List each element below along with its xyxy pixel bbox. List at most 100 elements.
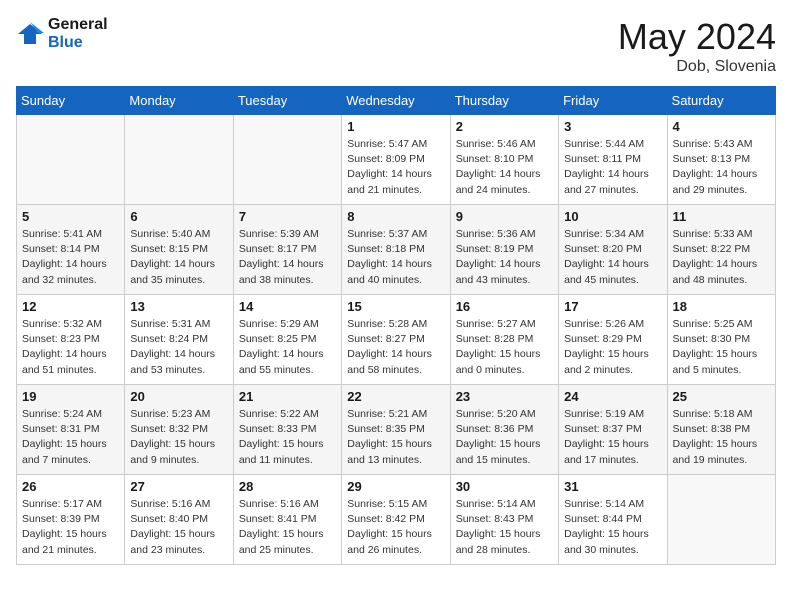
calendar-cell: 23 Sunrise: 5:20 AM Sunset: 8:36 PM Dayli…	[450, 385, 558, 475]
day-number: 23	[456, 389, 553, 404]
day-info: Sunrise: 5:46 AM Sunset: 8:10 PM Dayligh…	[456, 137, 553, 198]
calendar-cell	[125, 115, 233, 205]
day-info: Sunrise: 5:19 AM Sunset: 8:37 PM Dayligh…	[564, 407, 661, 468]
calendar-cell: 26Sunrise: 5:17 AM Sunset: 8:39 PM Dayli…	[17, 475, 125, 565]
day-info: Sunrise: 5:43 AM Sunset: 8:13 PM Dayligh…	[673, 137, 770, 198]
day-number: 1	[347, 119, 444, 134]
calendar-cell: 10Sunrise: 5:34 AM Sunset: 8:20 PM Dayli…	[559, 205, 667, 295]
day-number: 28	[239, 479, 336, 494]
day-number: 18	[673, 299, 770, 314]
calendar-cell: 29 Sunrise: 5:15 AM Sunset: 8:42 PM Dayli…	[342, 475, 450, 565]
day-info: Sunrise: 5:14 AM Sunset: 8:43 PM Dayligh…	[456, 497, 553, 558]
location-label: Dob, Slovenia	[618, 58, 776, 76]
day-number: 10	[564, 209, 661, 224]
day-info: Sunrise: 5:18 AM Sunset: 8:38 PM Dayligh…	[673, 407, 770, 468]
day-number: 29	[347, 479, 444, 494]
title-block: May 2024 Dob, Slovenia	[618, 16, 776, 76]
calendar-cell: 27Sunrise: 5:16 AM Sunset: 8:40 PM Dayli…	[125, 475, 233, 565]
day-info: Sunrise: 5:33 AM Sunset: 8:22 PM Dayligh…	[673, 227, 770, 288]
logo: General Blue	[16, 16, 108, 51]
calendar-cell: 31 Sunrise: 5:14 AM Sunset: 8:44 PM Dayli…	[559, 475, 667, 565]
day-info: Sunrise: 5:44 AM Sunset: 8:11 PM Dayligh…	[564, 137, 661, 198]
calendar-cell: 2 Sunrise: 5:46 AM Sunset: 8:10 PM Daylig…	[450, 115, 558, 205]
day-number: 12	[22, 299, 119, 314]
day-number: 19	[22, 389, 119, 404]
logo-icon	[16, 20, 44, 48]
calendar-cell: 13 Sunrise: 5:31 AM Sunset: 8:24 PM Dayli…	[125, 295, 233, 385]
day-info: Sunrise: 5:39 AM Sunset: 8:17 PM Dayligh…	[239, 227, 336, 288]
weekday-header-row: SundayMondayTuesdayWednesdayThursdayFrid…	[17, 87, 776, 115]
day-info: Sunrise: 5:37 AM Sunset: 8:18 PM Dayligh…	[347, 227, 444, 288]
calendar-week-row: 19 Sunrise: 5:24 AM Sunset: 8:31 PM Dayli…	[17, 385, 776, 475]
day-info: Sunrise: 5:47 AM Sunset: 8:09 PM Dayligh…	[347, 137, 444, 198]
day-info: Sunrise: 5:36 AM Sunset: 8:19 PM Dayligh…	[456, 227, 553, 288]
calendar-cell: 4 Sunrise: 5:43 AM Sunset: 8:13 PM Daylig…	[667, 115, 775, 205]
day-number: 30	[456, 479, 553, 494]
day-number: 21	[239, 389, 336, 404]
calendar-cell: 30 Sunrise: 5:14 AM Sunset: 8:43 PM Dayli…	[450, 475, 558, 565]
month-title: May 2024	[618, 16, 776, 58]
weekday-header-wednesday: Wednesday	[342, 87, 450, 115]
day-info: Sunrise: 5:41 AM Sunset: 8:14 PM Dayligh…	[22, 227, 119, 288]
calendar-cell: 11Sunrise: 5:33 AM Sunset: 8:22 PM Dayli…	[667, 205, 775, 295]
day-info: Sunrise: 5:25 AM Sunset: 8:30 PM Dayligh…	[673, 317, 770, 378]
day-info: Sunrise: 5:14 AM Sunset: 8:44 PM Dayligh…	[564, 497, 661, 558]
day-number: 7	[239, 209, 336, 224]
calendar-cell: 3 Sunrise: 5:44 AM Sunset: 8:11 PM Daylig…	[559, 115, 667, 205]
day-number: 6	[130, 209, 227, 224]
weekday-header-saturday: Saturday	[667, 87, 775, 115]
calendar-cell: 8Sunrise: 5:37 AM Sunset: 8:18 PM Daylig…	[342, 205, 450, 295]
day-number: 4	[673, 119, 770, 134]
day-number: 22	[347, 389, 444, 404]
day-info: Sunrise: 5:31 AM Sunset: 8:24 PM Dayligh…	[130, 317, 227, 378]
calendar-cell: 21Sunrise: 5:22 AM Sunset: 8:33 PM Dayli…	[233, 385, 341, 475]
calendar-cell	[233, 115, 341, 205]
weekday-header-monday: Monday	[125, 87, 233, 115]
calendar-cell: 16 Sunrise: 5:27 AM Sunset: 8:28 PM Dayli…	[450, 295, 558, 385]
logo-text-line2: Blue	[48, 34, 108, 52]
logo-text-line1: General	[48, 16, 108, 34]
day-info: Sunrise: 5:16 AM Sunset: 8:41 PM Dayligh…	[239, 497, 336, 558]
day-number: 31	[564, 479, 661, 494]
calendar-cell: 22 Sunrise: 5:21 AM Sunset: 8:35 PM Dayli…	[342, 385, 450, 475]
day-number: 16	[456, 299, 553, 314]
calendar-week-row: 5Sunrise: 5:41 AM Sunset: 8:14 PM Daylig…	[17, 205, 776, 295]
calendar-cell: 1 Sunrise: 5:47 AM Sunset: 8:09 PM Daylig…	[342, 115, 450, 205]
calendar-cell: 14 Sunrise: 5:29 AM Sunset: 8:25 PM Dayli…	[233, 295, 341, 385]
calendar-cell: 28 Sunrise: 5:16 AM Sunset: 8:41 PM Dayli…	[233, 475, 341, 565]
day-number: 14	[239, 299, 336, 314]
weekday-header-thursday: Thursday	[450, 87, 558, 115]
day-number: 15	[347, 299, 444, 314]
day-number: 3	[564, 119, 661, 134]
calendar-cell: 17 Sunrise: 5:26 AM Sunset: 8:29 PM Dayli…	[559, 295, 667, 385]
calendar-week-row: 26Sunrise: 5:17 AM Sunset: 8:39 PM Dayli…	[17, 475, 776, 565]
calendar-cell: 7 Sunrise: 5:39 AM Sunset: 8:17 PM Daylig…	[233, 205, 341, 295]
calendar-cell: 5Sunrise: 5:41 AM Sunset: 8:14 PM Daylig…	[17, 205, 125, 295]
calendar-cell: 12 Sunrise: 5:32 AM Sunset: 8:23 PM Dayli…	[17, 295, 125, 385]
day-info: Sunrise: 5:23 AM Sunset: 8:32 PM Dayligh…	[130, 407, 227, 468]
day-number: 13	[130, 299, 227, 314]
calendar-cell: 24Sunrise: 5:19 AM Sunset: 8:37 PM Dayli…	[559, 385, 667, 475]
calendar-week-row: 12 Sunrise: 5:32 AM Sunset: 8:23 PM Dayli…	[17, 295, 776, 385]
day-info: Sunrise: 5:15 AM Sunset: 8:42 PM Dayligh…	[347, 497, 444, 558]
day-number: 2	[456, 119, 553, 134]
day-number: 25	[673, 389, 770, 404]
day-info: Sunrise: 5:32 AM Sunset: 8:23 PM Dayligh…	[22, 317, 119, 378]
calendar-week-row: 1 Sunrise: 5:47 AM Sunset: 8:09 PM Daylig…	[17, 115, 776, 205]
day-info: Sunrise: 5:24 AM Sunset: 8:31 PM Dayligh…	[22, 407, 119, 468]
calendar-table: SundayMondayTuesdayWednesdayThursdayFrid…	[16, 86, 776, 565]
day-number: 20	[130, 389, 227, 404]
calendar-cell	[17, 115, 125, 205]
day-info: Sunrise: 5:29 AM Sunset: 8:25 PM Dayligh…	[239, 317, 336, 378]
calendar-cell	[667, 475, 775, 565]
day-info: Sunrise: 5:27 AM Sunset: 8:28 PM Dayligh…	[456, 317, 553, 378]
day-info: Sunrise: 5:26 AM Sunset: 8:29 PM Dayligh…	[564, 317, 661, 378]
calendar-cell: 25 Sunrise: 5:18 AM Sunset: 8:38 PM Dayli…	[667, 385, 775, 475]
calendar-cell: 20 Sunrise: 5:23 AM Sunset: 8:32 PM Dayli…	[125, 385, 233, 475]
calendar-cell: 15Sunrise: 5:28 AM Sunset: 8:27 PM Dayli…	[342, 295, 450, 385]
day-info: Sunrise: 5:21 AM Sunset: 8:35 PM Dayligh…	[347, 407, 444, 468]
calendar-cell: 19 Sunrise: 5:24 AM Sunset: 8:31 PM Dayli…	[17, 385, 125, 475]
day-number: 17	[564, 299, 661, 314]
day-info: Sunrise: 5:20 AM Sunset: 8:36 PM Dayligh…	[456, 407, 553, 468]
day-info: Sunrise: 5:16 AM Sunset: 8:40 PM Dayligh…	[130, 497, 227, 558]
